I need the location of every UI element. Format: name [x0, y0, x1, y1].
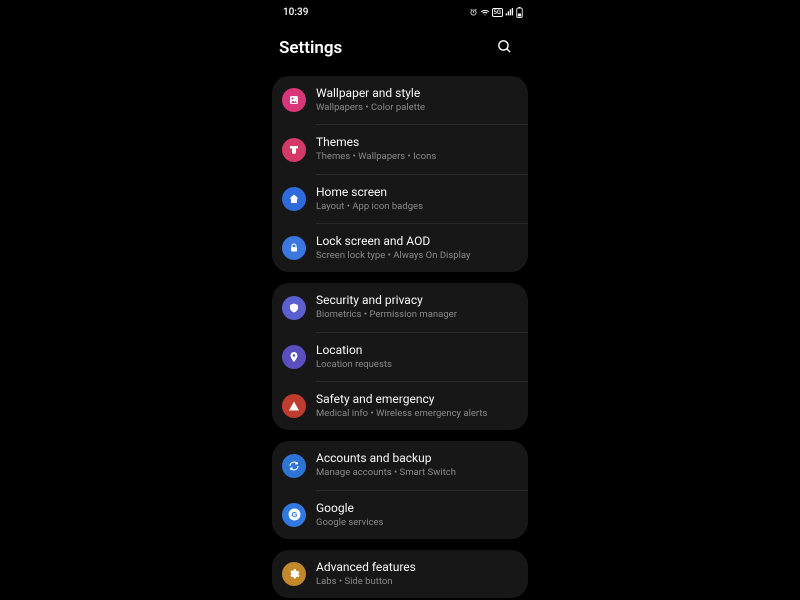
settings-item-title: Advanced features [316, 560, 518, 575]
settings-item-subtitle: Screen lock type • Always On Display [316, 250, 518, 262]
settings-item-subtitle: Biometrics • Permission manager [316, 309, 518, 321]
settings-item-subtitle: Google services [316, 517, 518, 529]
settings-group: Advanced features Labs • Side button [272, 550, 528, 598]
google-icon: G [282, 503, 306, 527]
settings-item-title: Accounts and backup [316, 451, 518, 466]
settings-item-title: Safety and emergency [316, 392, 518, 407]
settings-item-advanced[interactable]: Advanced features Labs • Side button [272, 550, 528, 598]
settings-item-text: Accounts and backup Manage accounts • Sm… [316, 451, 518, 479]
wifi-icon [480, 8, 490, 17]
settings-group: Wallpaper and style Wallpapers • Color p… [272, 76, 528, 272]
header: Settings [265, 20, 535, 76]
search-icon [496, 43, 513, 58]
settings-item-title: Home screen [316, 185, 518, 200]
emergency-icon [282, 394, 306, 418]
settings-item-wallpaper[interactable]: Wallpaper and style Wallpapers • Color p… [272, 76, 528, 124]
settings-item-subtitle: Layout • App icon badges [316, 201, 518, 213]
settings-item-text: Lock screen and AOD Screen lock type • A… [316, 234, 518, 262]
search-button[interactable] [492, 34, 517, 62]
settings-item-lock[interactable]: Lock screen and AOD Screen lock type • A… [272, 224, 528, 272]
battery-icon [516, 7, 523, 18]
phone-screen: 10:39 5G Settings [265, 0, 535, 600]
svg-text:G: G [291, 510, 297, 519]
settings-item-location[interactable]: Location Location requests [272, 333, 528, 381]
signal-icon [505, 8, 514, 17]
settings-item-title: Lock screen and AOD [316, 234, 518, 249]
settings-item-accounts[interactable]: Accounts and backup Manage accounts • Sm… [272, 441, 528, 489]
settings-item-google[interactable]: G Google Google services [272, 491, 528, 539]
wallpaper-icon [282, 88, 306, 112]
settings-item-subtitle: Themes • Wallpapers • Icons [316, 151, 518, 163]
gear-icon [282, 562, 306, 586]
settings-item-title: Themes [316, 135, 518, 150]
page-title: Settings [279, 38, 342, 58]
settings-item-subtitle: Manage accounts • Smart Switch [316, 467, 518, 479]
settings-group: Accounts and backup Manage accounts • Sm… [272, 441, 528, 539]
settings-item-text: Security and privacy Biometrics • Permis… [316, 293, 518, 321]
volte-icon: 5G [492, 8, 504, 17]
settings-item-security[interactable]: Security and privacy Biometrics • Permis… [272, 283, 528, 331]
sync-icon [282, 454, 306, 478]
themes-icon [282, 138, 306, 162]
home-icon [282, 187, 306, 211]
lock-icon [282, 236, 306, 260]
settings-item-title: Wallpaper and style [316, 86, 518, 101]
settings-item-subtitle: Location requests [316, 359, 518, 371]
settings-item-text: Safety and emergency Medical info • Wire… [316, 392, 518, 420]
settings-item-title: Location [316, 343, 518, 358]
alarm-icon [469, 8, 478, 17]
settings-item-subtitle: Medical info • Wireless emergency alerts [316, 408, 518, 420]
settings-item-text: Wallpaper and style Wallpapers • Color p… [316, 86, 518, 114]
settings-item-text: Home screen Layout • App icon badges [316, 185, 518, 213]
settings-group: Security and privacy Biometrics • Permis… [272, 283, 528, 430]
settings-item-themes[interactable]: Themes Themes • Wallpapers • Icons [272, 125, 528, 173]
settings-item-subtitle: Labs • Side button [316, 576, 518, 588]
settings-item-title: Security and privacy [316, 293, 518, 308]
status-bar: 10:39 5G [265, 0, 535, 20]
location-icon [282, 345, 306, 369]
settings-item-safety[interactable]: Safety and emergency Medical info • Wire… [272, 382, 528, 430]
shield-icon [282, 296, 306, 320]
status-icons: 5G [469, 7, 524, 18]
settings-item-subtitle: Wallpapers • Color palette [316, 102, 518, 114]
settings-item-text: Themes Themes • Wallpapers • Icons [316, 135, 518, 163]
settings-item-title: Google [316, 501, 518, 516]
settings-list: Wallpaper and style Wallpapers • Color p… [265, 76, 535, 598]
settings-item-text: Advanced features Labs • Side button [316, 560, 518, 588]
settings-item-home[interactable]: Home screen Layout • App icon badges [272, 175, 528, 223]
settings-item-text: Location Location requests [316, 343, 518, 371]
status-time: 10:39 [283, 7, 308, 18]
settings-item-text: Google Google services [316, 501, 518, 529]
